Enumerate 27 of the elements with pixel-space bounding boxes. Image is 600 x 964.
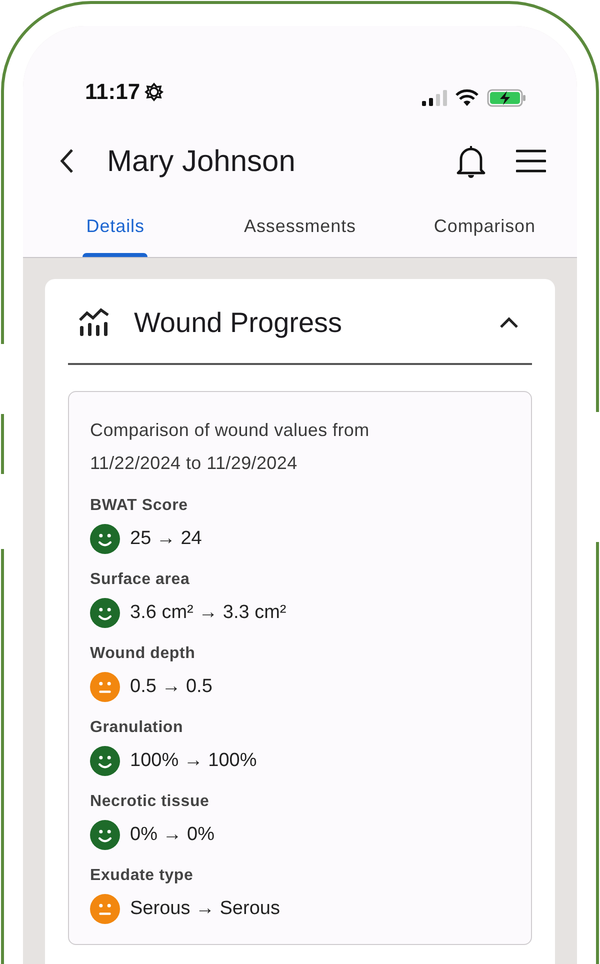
metric-label: Surface area [90,570,191,590]
bell-icon [455,144,487,178]
metric-label: Exudate type [90,866,194,886]
battery-charging-icon [487,88,527,108]
metric-value: 3.6 cm² → 3.3 cm² [130,600,286,625]
metric-label: Granulation [90,718,184,738]
metric-label: BWAT Score [90,496,189,516]
patient-name: Mary Johnson [107,144,296,180]
metric-value: Serous → Serous [130,896,280,921]
metric-value: 25 → 24 [130,526,202,551]
metric-value: 0.5 → 0.5 [130,674,212,699]
back-icon [59,148,75,174]
metric-label: Wound depth [90,644,196,664]
tab[interactable]: Details [23,206,208,257]
tab[interactable]: Comparison [392,206,577,257]
wifi-icon [455,89,479,107]
metric-value: 0% → 0% [130,822,214,847]
card-title: Wound Progress [134,306,344,340]
signal-icon [421,89,447,107]
tab[interactable]: Assessments [208,206,392,257]
menu-icon [516,149,546,173]
status-time: 11:17 [85,78,140,106]
chart-icon [78,308,110,338]
metric-label: Necrotic tissue [90,792,210,812]
comparison-summary: Comparison of wound values from 11/22/2024 to 11/29/2024 [90,419,370,475]
chevron-up-icon [499,317,519,329]
metric-value: 100% → 100% [130,748,257,773]
